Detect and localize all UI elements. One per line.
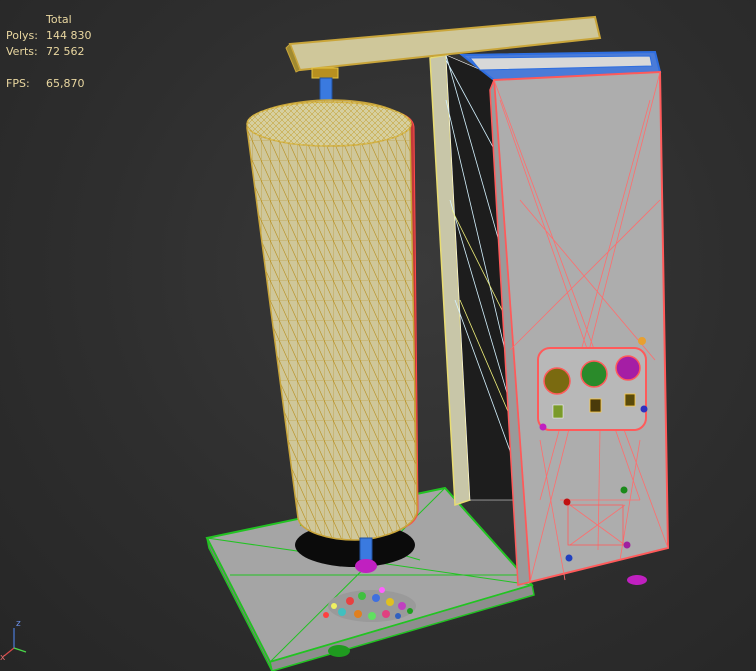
- x-axis-label: x: [0, 653, 6, 662]
- verts-value: 72 562: [46, 45, 85, 58]
- polys-label: Polys:: [6, 29, 38, 42]
- y-axis-line: [13, 647, 27, 653]
- 3d-viewport[interactable]: Total Polys: 144 830 Verts: 72 562 FPS: …: [0, 0, 756, 671]
- scene-render: [205, 15, 670, 671]
- polys-value: 144 830: [46, 29, 92, 42]
- axis-gizmo: z x: [0, 619, 27, 662]
- stats-header: Total: [46, 13, 72, 26]
- x-axis-line: [3, 647, 15, 657]
- z-axis-label: z: [16, 619, 21, 629]
- fps-label: FPS:: [6, 77, 30, 90]
- verts-label: Verts:: [6, 45, 38, 58]
- paper-roll: [246, 99, 419, 541]
- fps-value: 65,870: [46, 77, 85, 90]
